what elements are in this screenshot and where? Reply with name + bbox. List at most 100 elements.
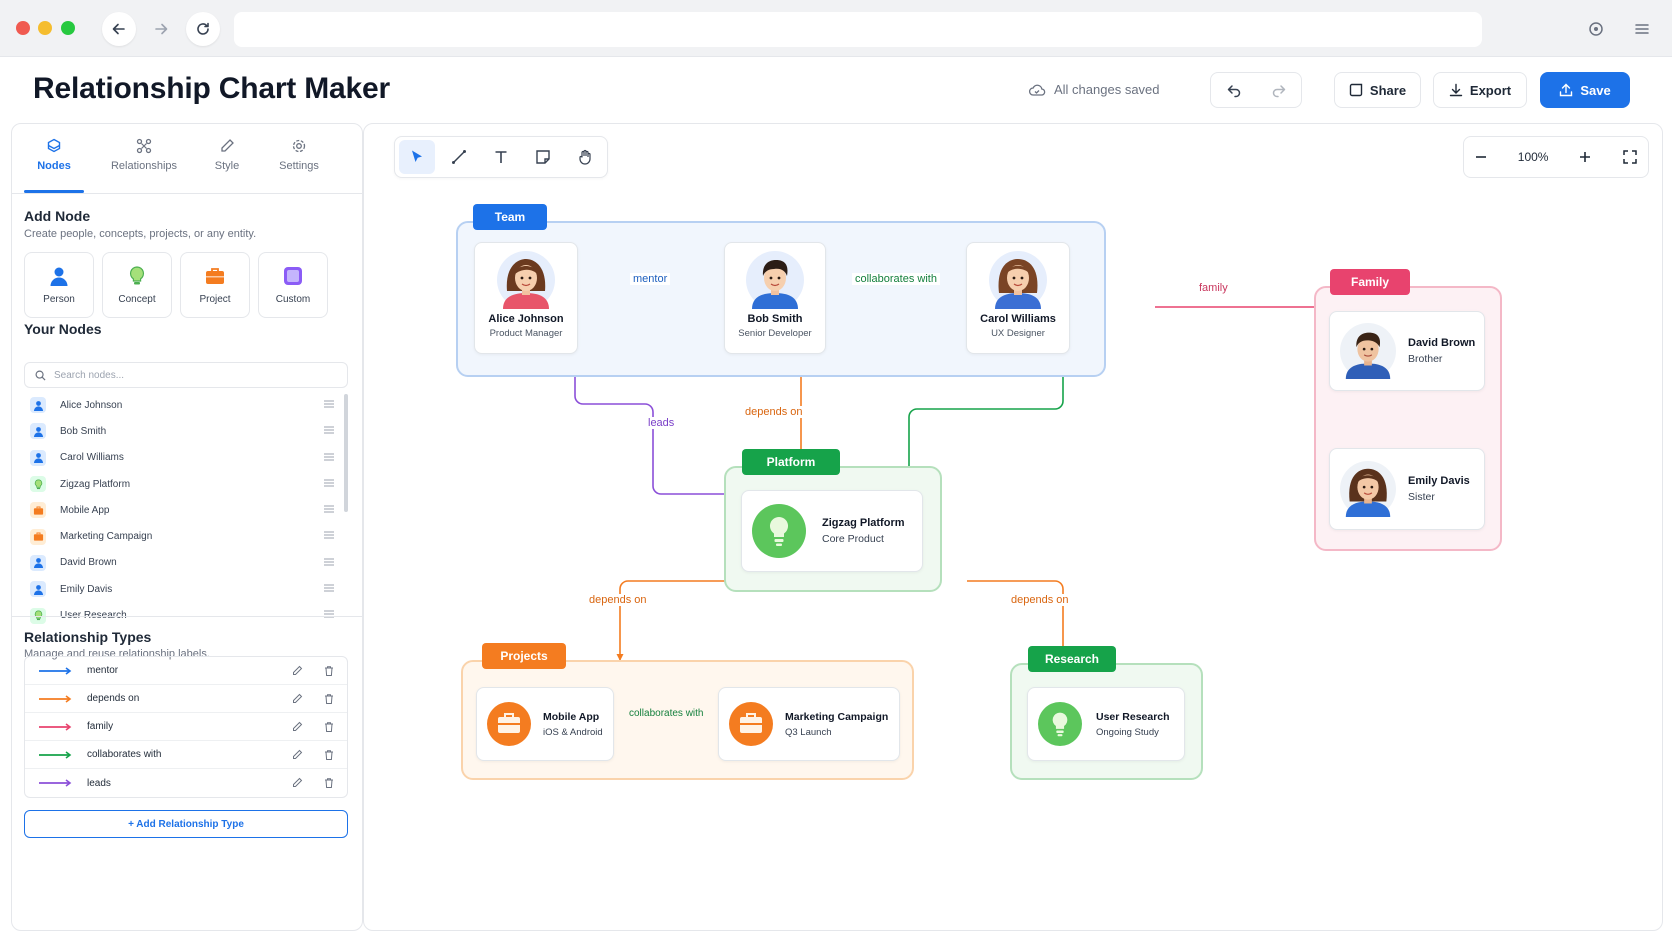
undo-button[interactable] (1211, 73, 1256, 107)
list-item[interactable]: Mobile App (24, 497, 334, 523)
edge-label-depends-on[interactable]: depends on (586, 594, 650, 606)
edge-label-depends-on[interactable]: depends on (742, 406, 806, 418)
edit-icon[interactable] (291, 693, 303, 705)
list-item[interactable]: Zigzag Platform (24, 471, 334, 497)
node-user-research[interactable]: User Research Ongoing Study (1027, 687, 1185, 761)
add-relationship-type-button[interactable]: + Add Relationship Type (24, 810, 348, 838)
list-item[interactable]: Emily Davis (24, 576, 334, 602)
drag-handle-icon (324, 505, 334, 513)
node-carol-williams[interactable]: Carol Williams UX Designer (966, 242, 1070, 354)
platform-group-label[interactable]: Platform (742, 449, 840, 475)
add-node-title: Add Node (24, 208, 91, 224)
edge-label-collaborates[interactable]: collaborates with (626, 708, 706, 719)
edit-icon[interactable] (291, 721, 303, 733)
add-project-button[interactable]: Project (180, 252, 250, 318)
redo-icon (1272, 85, 1285, 98)
node-bob-smith[interactable]: Bob Smith Senior Developer (724, 242, 826, 354)
tab-nodes[interactable]: Nodes (17, 138, 91, 188)
menu-icon[interactable] (1630, 17, 1654, 41)
node-david-brown[interactable]: David Brown Brother (1329, 311, 1485, 391)
edit-icon[interactable] (291, 665, 303, 677)
close-window-dot[interactable] (16, 21, 30, 35)
add-person-button[interactable]: Person (24, 252, 94, 318)
node-role: iOS & Android (543, 726, 603, 738)
node-mobile-app[interactable]: Mobile App iOS & Android (476, 687, 614, 761)
list-item[interactable]: Carol Williams (24, 445, 334, 471)
upload-icon (1560, 83, 1573, 97)
gear-icon (292, 139, 306, 153)
node-name: Alice Johnson (488, 313, 564, 325)
trash-icon[interactable] (323, 693, 335, 705)
trash-icon[interactable] (323, 665, 335, 677)
sidebar-tabs: Nodes Relationships Style Settings (12, 124, 362, 194)
edit-icon[interactable] (291, 777, 303, 789)
forward-button[interactable] (144, 12, 178, 46)
export-button[interactable]: Export (1433, 72, 1527, 108)
drag-handle-icon (324, 453, 334, 461)
node-marketing-campaign[interactable]: Marketing Campaign Q3 Launch (718, 687, 900, 761)
relationship-types-list: mentor depends on family collaborates wi… (24, 656, 348, 798)
relationship-type-row[interactable]: leads (25, 769, 347, 797)
briefcase-icon (487, 702, 531, 746)
team-group-label[interactable]: Team (473, 204, 547, 230)
save-status: All changes saved (1028, 82, 1160, 97)
sidebar: Nodes Relationships Style Settings Add N… (11, 123, 363, 931)
list-item[interactable]: Bob Smith (24, 418, 334, 444)
node-emily-davis[interactable]: Emily Davis Sister (1329, 448, 1485, 530)
family-group-label[interactable]: Family (1330, 269, 1410, 295)
trash-icon[interactable] (323, 721, 335, 733)
lightbulb-icon (30, 476, 46, 493)
node-zigzag-platform[interactable]: Zigzag Platform Core Product (741, 490, 923, 572)
minimize-window-dot[interactable] (38, 21, 52, 35)
list-item[interactable]: Alice Johnson (24, 392, 334, 418)
depends-projects-edge (616, 580, 745, 661)
avatar-man-icon (746, 251, 804, 309)
projects-group-label[interactable]: Projects (482, 643, 566, 669)
tab-style[interactable]: Style (190, 138, 264, 188)
node-list-scrollbar[interactable] (344, 394, 348, 512)
list-item[interactable]: Marketing Campaign (24, 523, 334, 549)
drag-handle-icon (324, 584, 334, 592)
edge-label-depends-on[interactable]: depends on (1008, 594, 1072, 606)
edge-label-family[interactable]: family (1196, 282, 1231, 294)
relationship-type-row[interactable]: collaborates with (25, 741, 347, 769)
lightbulb-icon (752, 504, 806, 558)
custom-square-icon (284, 267, 302, 285)
tab-relationships[interactable]: Relationships (97, 138, 191, 188)
person-icon (50, 267, 68, 286)
list-item[interactable]: David Brown (24, 550, 334, 576)
add-custom-button[interactable]: Custom (258, 252, 328, 318)
maximize-window-dot[interactable] (61, 21, 75, 35)
address-bar[interactable] (234, 12, 1482, 47)
trash-icon[interactable] (323, 749, 335, 761)
canvas[interactable]: 100% Team Alice Johnson Product Manager … (363, 123, 1663, 931)
person-icon (30, 397, 46, 414)
edge-label-collaborates[interactable]: collaborates with (852, 273, 940, 285)
search-nodes-input[interactable]: Search nodes... (24, 362, 348, 388)
cloud-check-icon (1028, 84, 1046, 96)
edit-icon[interactable] (291, 749, 303, 761)
node-alice-johnson[interactable]: Alice Johnson Product Manager (474, 242, 578, 354)
briefcase-icon (729, 702, 773, 746)
redo-button[interactable] (1256, 73, 1301, 107)
tab-settings[interactable]: Settings (262, 138, 336, 188)
reload-button[interactable] (186, 12, 220, 46)
node-role: Senior Developer (738, 328, 812, 339)
extensions-icon[interactable] (1584, 17, 1608, 41)
relationship-type-row[interactable]: depends on (25, 685, 347, 713)
relationship-type-row[interactable]: mentor (25, 657, 347, 685)
edge-label-mentor[interactable]: mentor (630, 273, 671, 285)
save-button[interactable]: Save (1540, 72, 1630, 108)
your-nodes-title: Your Nodes (24, 321, 102, 337)
back-button[interactable] (102, 12, 136, 46)
add-concept-button[interactable]: Concept (102, 252, 172, 318)
person-icon (30, 423, 46, 440)
relationship-type-row[interactable]: family (25, 713, 347, 741)
share-button[interactable]: Share (1334, 72, 1421, 108)
undo-redo-group (1210, 72, 1302, 108)
node-role: Brother (1408, 353, 1443, 365)
avatar-woman-icon (1340, 461, 1396, 517)
research-group-label[interactable]: Research (1028, 646, 1116, 672)
edge-label-leads[interactable]: leads (645, 417, 678, 429)
trash-icon[interactable] (323, 777, 335, 789)
